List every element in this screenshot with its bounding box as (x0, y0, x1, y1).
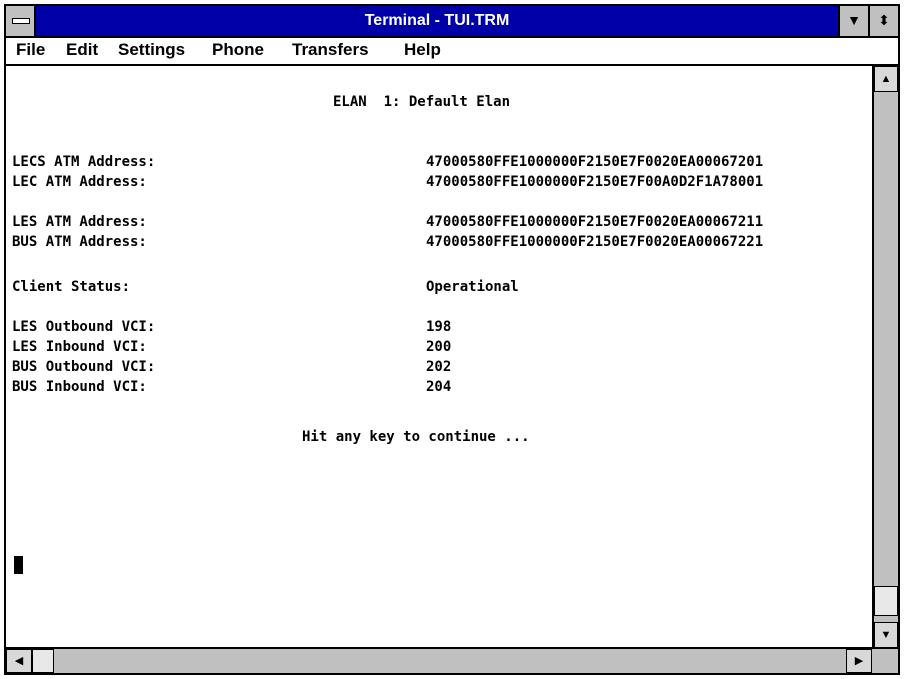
terminal-window: Terminal - TUI.TRM ▼ ⬍ File Edit Setting… (4, 4, 900, 675)
vertical-scrollbar[interactable]: ▲ ▼ (872, 66, 898, 648)
lecs-value: 47000580FFE1000000F2150E7F0020EA00067201 (426, 154, 764, 170)
continue-prompt: Hit any key to continue ... (302, 429, 530, 445)
arrow-left-icon[interactable]: ◀ (6, 649, 32, 673)
menu-phone[interactable]: Phone (212, 40, 264, 60)
title-bar[interactable]: Terminal - TUI.TRM ▼ ⬍ (6, 6, 898, 38)
lecs-label: LECS ATM Address: (12, 154, 156, 170)
les-outbound-value: 198 (426, 319, 452, 335)
window-title: Terminal - TUI.TRM (364, 12, 510, 29)
arrow-right-icon[interactable]: ▶ (846, 649, 872, 673)
horizontal-scroll-thumb[interactable] (32, 649, 54, 673)
lec-label: LEC ATM Address: (12, 174, 147, 190)
les-value: 47000580FFE1000000F2150E7F0020EA00067211 (426, 214, 764, 230)
lec-value: 47000580FFE1000000F2150E7F00A0D2F1A78001 (426, 174, 764, 190)
les-inbound-value: 200 (426, 339, 452, 355)
minimize-icon[interactable]: ▼ (838, 6, 868, 36)
les-label: LES ATM Address: (12, 214, 147, 230)
menu-edit[interactable]: Edit (66, 40, 98, 60)
arrow-down-icon[interactable]: ▼ (874, 622, 898, 648)
arrow-up-icon[interactable]: ▲ (874, 66, 898, 92)
menu-transfers[interactable]: Transfers (292, 40, 369, 60)
bus-outbound-label: BUS Outbound VCI: (12, 359, 156, 375)
menu-settings[interactable]: Settings (118, 40, 185, 60)
bus-value: 47000580FFE1000000F2150E7F0020EA00067221 (426, 234, 764, 250)
bus-outbound-value: 202 (426, 359, 452, 375)
menu-help[interactable]: Help (404, 40, 441, 60)
les-outbound-label: LES Outbound VCI: (12, 319, 156, 335)
vertical-scroll-thumb[interactable] (874, 586, 898, 616)
system-menu-icon[interactable] (6, 6, 36, 36)
menu-bar: File Edit Settings Phone Transfers Help (6, 38, 898, 66)
bus-inbound-label: BUS Inbound VCI: (12, 379, 147, 395)
text-cursor (14, 556, 23, 574)
terminal-screen[interactable]: ELAN 1: Default Elan LECS ATM Address: 4… (6, 66, 872, 648)
maximize-icon[interactable]: ⬍ (868, 6, 898, 36)
les-inbound-label: LES Inbound VCI: (12, 339, 147, 355)
menu-file[interactable]: File (16, 40, 45, 60)
client-status-value: Operational (426, 279, 519, 295)
client-status-label: Client Status: (12, 279, 131, 295)
horizontal-scrollbar[interactable]: ◀ ▶ (6, 647, 898, 673)
bus-inbound-value: 204 (426, 379, 452, 395)
elan-heading: ELAN 1: Default Elan (333, 94, 511, 110)
bus-label: BUS ATM Address: (12, 234, 147, 250)
